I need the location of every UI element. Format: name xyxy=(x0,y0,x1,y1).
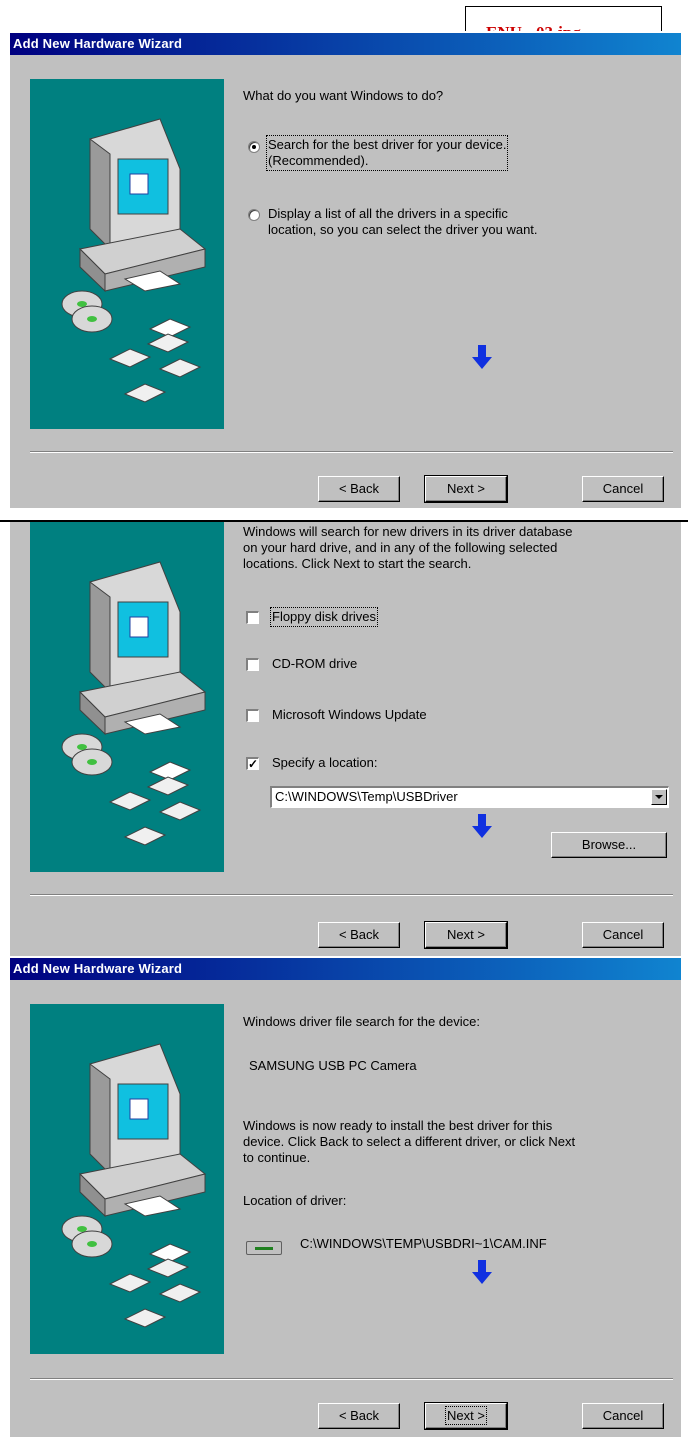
back-button[interactable]: < Back xyxy=(318,1403,400,1429)
next-button[interactable]: Next > xyxy=(424,921,508,949)
next-button[interactable]: Next > xyxy=(424,1402,508,1430)
corner-label: ENU - 03.jpg xyxy=(486,23,581,31)
back-button[interactable]: < Back xyxy=(318,476,400,502)
separator xyxy=(30,1378,673,1380)
title-bar: Add New Hardware Wizard xyxy=(10,33,681,55)
location-label: Location of driver: xyxy=(243,1193,347,1208)
corner-label-box: ENU - 03.jpg xyxy=(465,6,662,31)
down-arrow-icon xyxy=(472,814,492,838)
computer-and-disks-icon xyxy=(61,118,207,403)
floppy-checkbox[interactable] xyxy=(246,611,259,624)
wizard-dialog-2: Windows will search for new drivers in i… xyxy=(10,522,681,956)
browse-button[interactable]: Browse... xyxy=(551,832,667,858)
ready-text: Windows is now ready to install the best… xyxy=(243,1118,576,1165)
drive-icon xyxy=(246,1241,282,1255)
radio-display-list-label[interactable]: Display a list of all the drivers in a s… xyxy=(268,206,538,238)
wizard-illustration xyxy=(30,522,224,872)
separator xyxy=(30,894,673,896)
radio-display-list[interactable] xyxy=(248,209,260,221)
cancel-button[interactable]: Cancel xyxy=(582,922,664,948)
specify-location-checkbox[interactable]: ✓ xyxy=(246,757,259,770)
cancel-button[interactable]: Cancel xyxy=(582,476,664,502)
specify-location-label[interactable]: Specify a location: xyxy=(272,755,378,771)
device-name: SAMSUNG USB PC Camera xyxy=(249,1058,417,1073)
down-arrow-icon xyxy=(472,345,492,369)
computer-and-disks-icon xyxy=(61,1043,207,1328)
wizard-illustration xyxy=(30,1004,224,1354)
title-bar: Add New Hardware Wizard xyxy=(10,958,681,980)
separator xyxy=(30,451,673,453)
driver-path: C:\WINDOWS\TEMP\USBDRI~1\CAM.INF xyxy=(300,1236,547,1251)
cancel-button[interactable]: Cancel xyxy=(582,1403,664,1429)
intro-text: Windows will search for new drivers in i… xyxy=(243,524,573,571)
chevron-down-icon[interactable] xyxy=(651,789,667,805)
windows-update-checkbox[interactable] xyxy=(246,709,259,722)
search-text: Windows driver file search for the devic… xyxy=(243,1014,480,1029)
wizard-dialog-3: Add New Hardware Wizard Windows driver f… xyxy=(10,958,681,1437)
location-value: C:\WINDOWS\Temp\USBDriver xyxy=(275,789,458,804)
prompt-text: What do you want Windows to do? xyxy=(243,88,444,103)
floppy-label[interactable]: Floppy disk drives xyxy=(269,607,379,627)
location-combobox[interactable]: C:\WINDOWS\Temp\USBDriver xyxy=(270,786,669,808)
computer-and-disks-icon xyxy=(61,561,207,846)
wizard-dialog-1: Add New Hardware Wizard What do you want… xyxy=(10,33,681,508)
next-button[interactable]: Next > xyxy=(424,475,508,503)
back-button[interactable]: < Back xyxy=(318,922,400,948)
cdrom-label[interactable]: CD-ROM drive xyxy=(272,656,357,672)
windows-update-label[interactable]: Microsoft Windows Update xyxy=(272,707,427,723)
down-arrow-icon xyxy=(472,1260,492,1284)
radio-search-best-driver-label[interactable]: Search for the best driver for your devi… xyxy=(265,135,509,171)
wizard-illustration xyxy=(30,79,224,429)
radio-search-best-driver[interactable] xyxy=(248,141,260,153)
cdrom-checkbox[interactable] xyxy=(246,658,259,671)
